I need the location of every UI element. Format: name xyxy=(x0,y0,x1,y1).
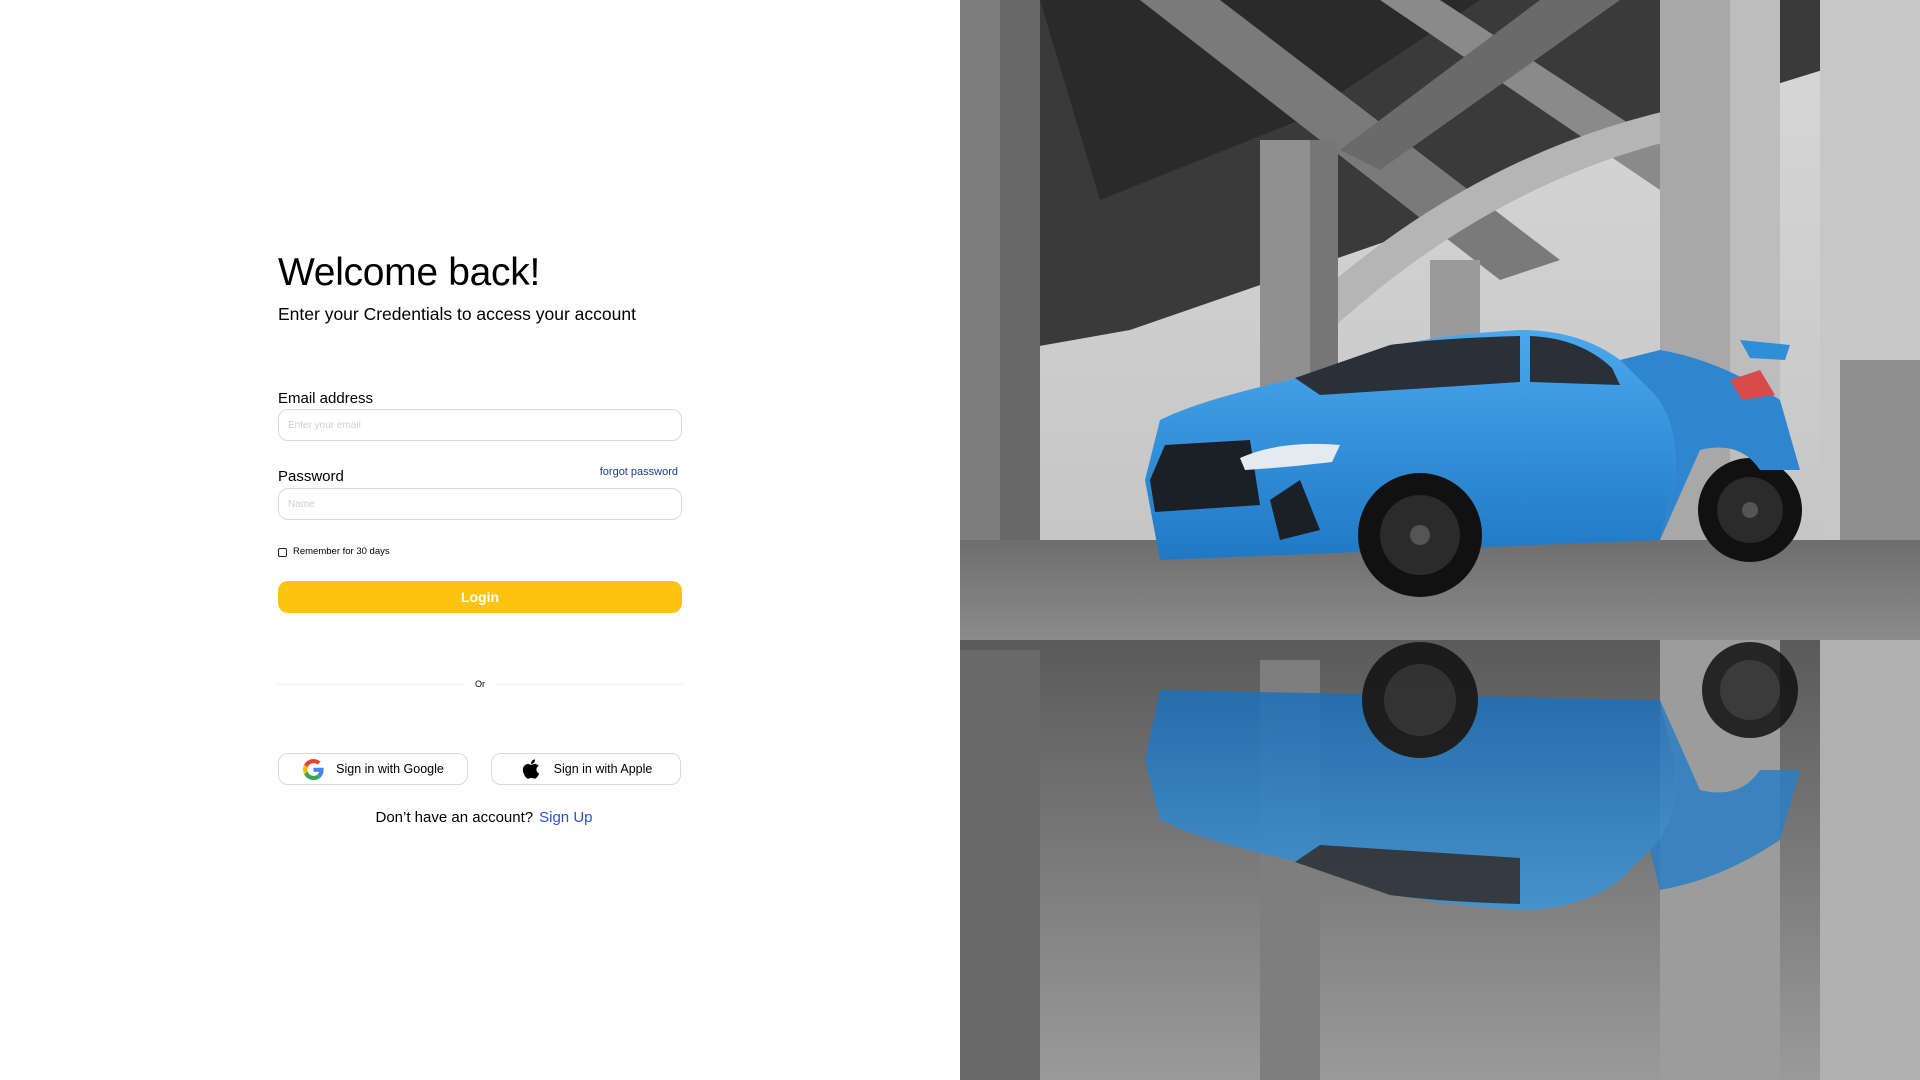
remember-row: Remember for 30 days xyxy=(278,546,390,558)
apple-signin-button[interactable]: Sign in with Apple xyxy=(491,753,681,785)
page-title: Welcome back! xyxy=(278,251,540,294)
apple-signin-label: Sign in with Apple xyxy=(553,762,653,776)
car-photo xyxy=(960,0,1920,1080)
email-label: Email address xyxy=(278,390,374,407)
password-field[interactable] xyxy=(278,488,682,520)
remember-label: Remember for 30 days xyxy=(293,546,390,557)
google-icon xyxy=(302,758,324,780)
password-label: Password xyxy=(278,468,344,485)
login-button[interactable]: Login xyxy=(278,581,682,613)
signup-link[interactable]: Sign Up xyxy=(539,809,592,826)
apple-icon xyxy=(520,758,542,780)
signup-row: Don’t have an account? Sign Up xyxy=(278,808,690,828)
divider-line-right xyxy=(496,684,682,685)
email-field[interactable] xyxy=(278,409,682,441)
or-divider: Or xyxy=(278,677,682,691)
page-subtitle: Enter your Credentials to access your ac… xyxy=(278,304,636,324)
signup-prompt: Don’t have an account? xyxy=(375,809,534,826)
login-panel: Welcome back! Enter your Credentials to … xyxy=(0,0,960,1080)
hero-image xyxy=(960,0,1920,1080)
remember-checkbox[interactable] xyxy=(278,547,287,557)
google-signin-button[interactable]: Sign in with Google xyxy=(278,753,468,785)
login-page: Welcome back! Enter your Credentials to … xyxy=(0,0,1920,1080)
google-signin-label: Sign in with Google xyxy=(336,762,444,776)
forgot-password-link[interactable]: forgot password xyxy=(600,466,678,478)
